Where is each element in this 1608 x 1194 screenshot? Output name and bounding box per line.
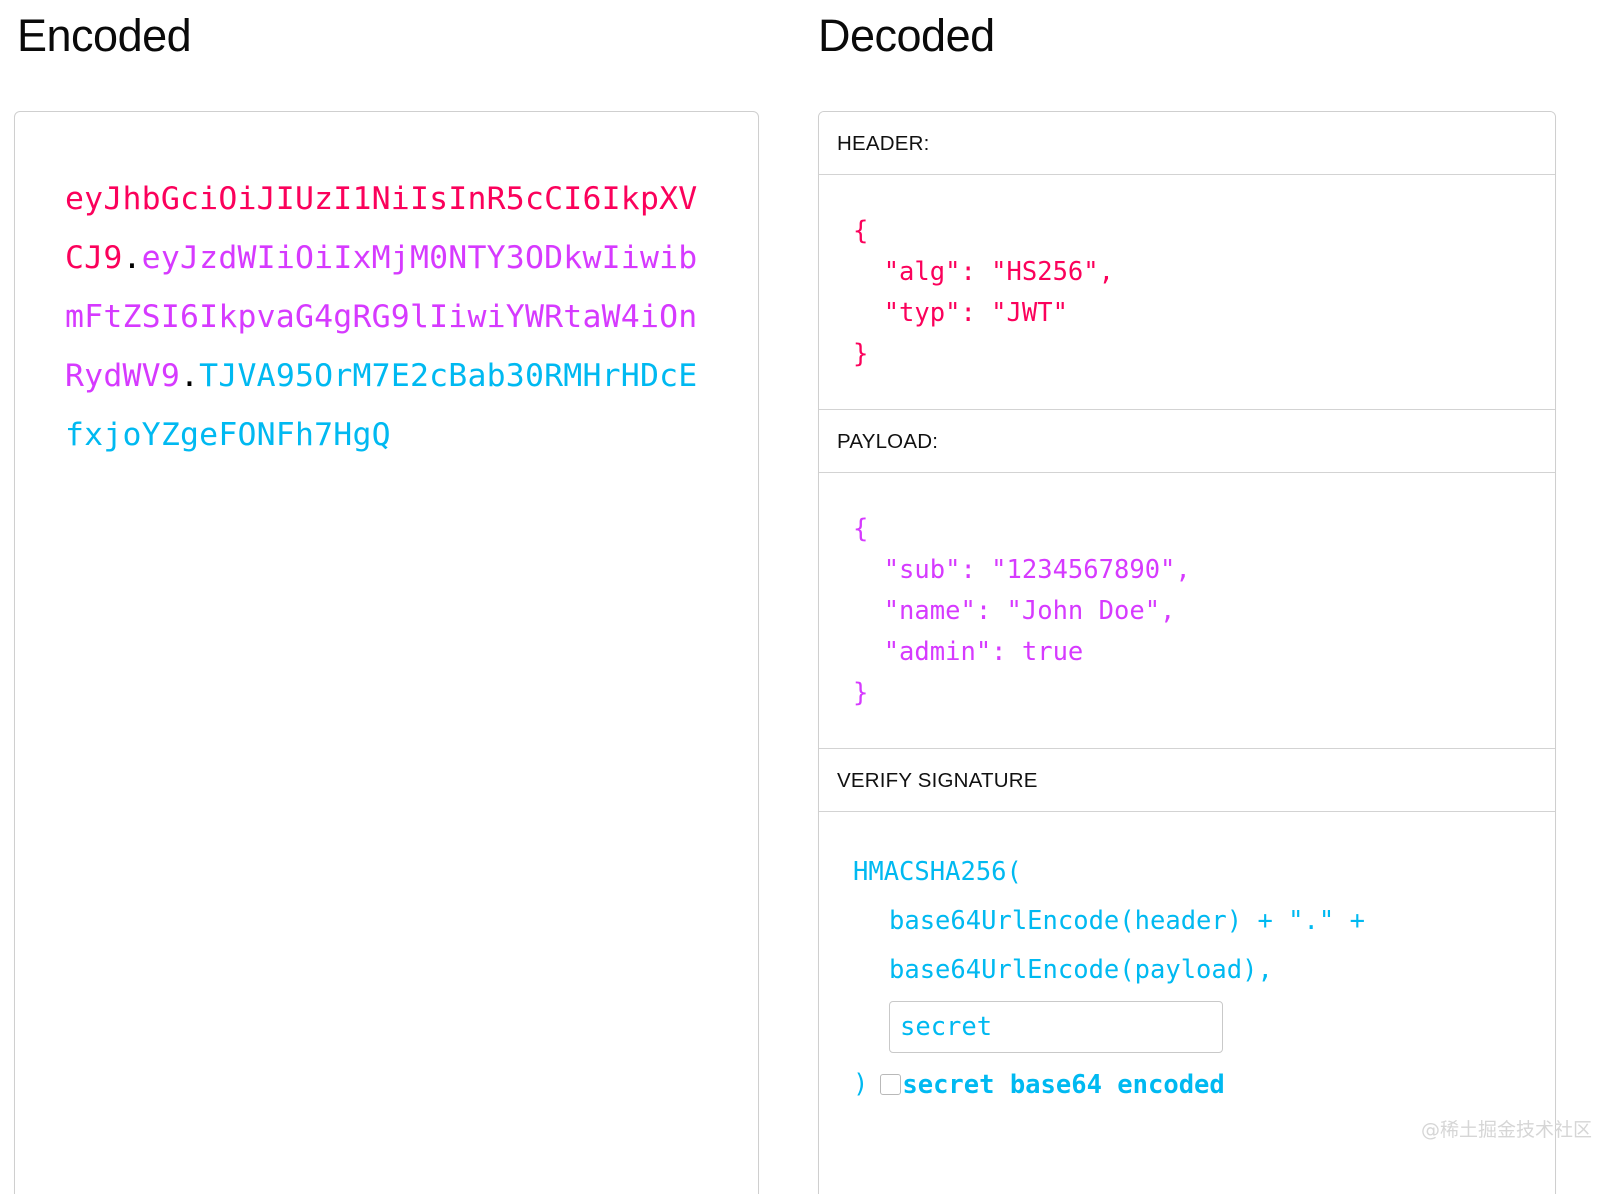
secret-base64-encoded-label: secret base64 encoded: [902, 1069, 1225, 1100]
signature-footer-row: ) secret base64 encoded: [853, 1060, 1555, 1109]
payload-section-label: PAYLOAD:: [819, 410, 1555, 473]
jwt-debugger-page: Encoded Decoded eyJhbGciOiJIUzI1NiIsInR5…: [0, 0, 1608, 1194]
page-title-encoded: Encoded: [17, 10, 192, 61]
signature-editor[interactable]: HMACSHA256( base64UrlEncode(header) + ".…: [819, 812, 1555, 1109]
signature-section-label: VERIFY SIGNATURE: [819, 749, 1555, 812]
encoded-token-text[interactable]: eyJhbGciOiJIUzI1NiIsInR5cCI6IkpXVCJ9.eyJ…: [15, 170, 758, 465]
page-title-decoded: Decoded: [818, 10, 995, 61]
payload-json-editor[interactable]: { "sub": "1234567890", "name": "John Doe…: [819, 473, 1555, 749]
signature-close-paren: ): [853, 1069, 869, 1099]
signature-line-hmac: HMACSHA256(: [853, 857, 1022, 887]
secret-input[interactable]: [889, 1001, 1223, 1053]
decoded-panel: HEADER: { "alg": "HS256", "typ": "JWT" }…: [818, 111, 1556, 1194]
secret-base64-encoded-checkbox[interactable]: [880, 1074, 902, 1095]
signature-line-header-encode: base64UrlEncode(header) + "." +: [889, 906, 1365, 936]
watermark: @稀土掘金技术社区: [1420, 1119, 1592, 1141]
header-json-editor[interactable]: { "alg": "HS256", "typ": "JWT" }: [819, 175, 1555, 410]
encoded-token-panel[interactable]: eyJhbGciOiJIUzI1NiIsInR5cCI6IkpXVCJ9.eyJ…: [14, 111, 759, 1194]
signature-line-payload-encode: base64UrlEncode(payload),: [889, 955, 1273, 985]
header-section-label: HEADER:: [819, 112, 1555, 175]
token-separator-dot-1: .: [122, 240, 142, 276]
token-separator-dot-2: .: [180, 358, 200, 394]
